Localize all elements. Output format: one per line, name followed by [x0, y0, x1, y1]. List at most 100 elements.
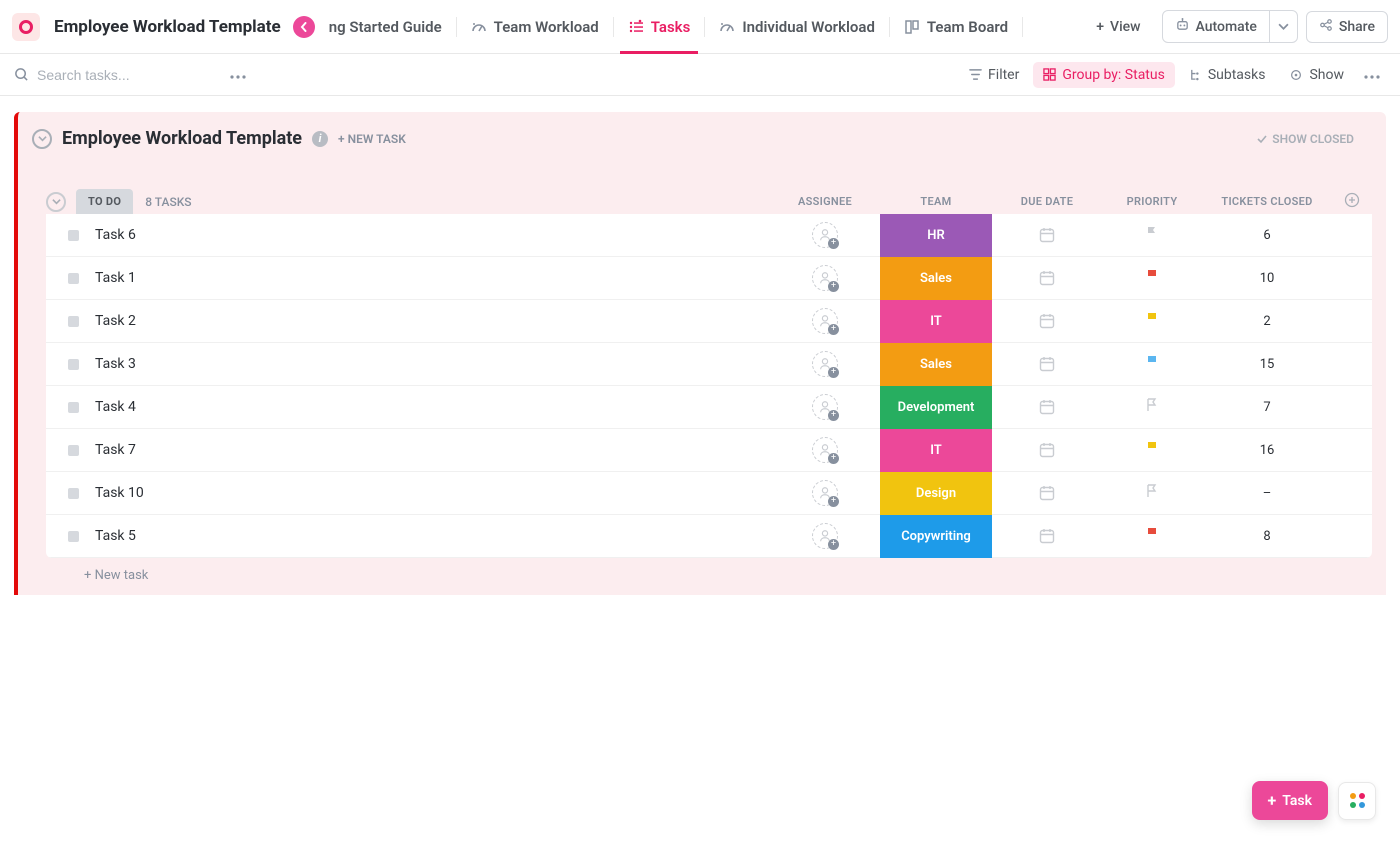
apps-fab[interactable]	[1338, 782, 1376, 820]
tab-team-board[interactable]: Team Board	[890, 0, 1022, 53]
tickets-closed-cell[interactable]: 6	[1202, 228, 1332, 243]
team-cell[interactable]: Development	[880, 386, 992, 429]
task-name[interactable]: Task 5	[95, 528, 770, 544]
column-team[interactable]: TEAM	[880, 195, 992, 208]
team-cell[interactable]: Sales	[880, 257, 992, 300]
assignee-cell[interactable]: +	[770, 480, 880, 506]
task-name[interactable]: Task 6	[95, 227, 770, 243]
task-row[interactable]: Task 3 + Sales 15	[46, 343, 1372, 386]
workspace-logo[interactable]	[12, 13, 40, 41]
task-name[interactable]: Task 2	[95, 313, 770, 329]
assign-user-button[interactable]: +	[812, 308, 838, 334]
group-by-button[interactable]: Group by: Status	[1033, 62, 1174, 88]
due-date-cell[interactable]	[992, 355, 1102, 373]
due-date-cell[interactable]	[992, 484, 1102, 502]
status-square[interactable]	[68, 230, 79, 241]
tab-started-guide[interactable]: ng Started Guide	[325, 0, 456, 53]
due-date-cell[interactable]	[992, 441, 1102, 459]
status-square[interactable]	[68, 359, 79, 370]
add-view-button[interactable]: + View	[1083, 12, 1153, 42]
due-date-cell[interactable]	[992, 269, 1102, 287]
show-closed-button[interactable]: SHOW CLOSED	[1256, 132, 1354, 146]
more-options-button[interactable]	[224, 63, 252, 87]
collapse-group-button[interactable]	[46, 192, 66, 212]
status-square[interactable]	[68, 531, 79, 542]
team-cell[interactable]: IT	[880, 429, 992, 472]
assignee-cell[interactable]: +	[770, 523, 880, 549]
assignee-cell[interactable]: +	[770, 222, 880, 248]
nav-prev-button[interactable]	[293, 16, 315, 38]
team-cell[interactable]: Sales	[880, 343, 992, 386]
search-field[interactable]	[14, 67, 214, 83]
team-cell[interactable]: IT	[880, 300, 992, 343]
share-button[interactable]: Share	[1306, 11, 1388, 43]
filter-button[interactable]: Filter	[959, 62, 1029, 88]
assignee-cell[interactable]: +	[770, 265, 880, 291]
task-row[interactable]: Task 4 + Development 7	[46, 386, 1372, 429]
column-due-date[interactable]: DUE DATE	[992, 195, 1102, 208]
task-row[interactable]: Task 1 + Sales 10	[46, 257, 1372, 300]
task-name[interactable]: Task 10	[95, 485, 770, 501]
tab-team-workload[interactable]: Team Workload	[457, 0, 613, 53]
priority-cell[interactable]	[1102, 311, 1202, 331]
priority-cell[interactable]	[1102, 268, 1202, 288]
new-task-fab[interactable]: + Task	[1252, 781, 1328, 820]
column-tickets-closed[interactable]: TICKETS CLOSED	[1202, 195, 1332, 208]
toolbar-more-button[interactable]	[1358, 63, 1386, 87]
priority-cell[interactable]	[1102, 440, 1202, 460]
assignee-cell[interactable]: +	[770, 437, 880, 463]
status-pill[interactable]: TO DO	[76, 189, 133, 214]
tab-tasks[interactable]: Tasks	[614, 0, 705, 53]
task-row[interactable]: Task 2 + IT 2	[46, 300, 1372, 343]
tickets-closed-cell[interactable]: 15	[1202, 357, 1332, 372]
priority-cell[interactable]	[1102, 526, 1202, 546]
column-priority[interactable]: PRIORITY	[1102, 195, 1202, 208]
collapse-list-button[interactable]	[32, 129, 52, 149]
priority-cell[interactable]	[1102, 225, 1202, 245]
tab-individual-workload[interactable]: Individual Workload	[705, 0, 889, 53]
assign-user-button[interactable]: +	[812, 437, 838, 463]
tickets-closed-cell[interactable]: 7	[1202, 400, 1332, 415]
assign-user-button[interactable]: +	[812, 480, 838, 506]
status-square[interactable]	[68, 445, 79, 456]
assign-user-button[interactable]: +	[812, 351, 838, 377]
team-cell[interactable]: HR	[880, 214, 992, 257]
due-date-cell[interactable]	[992, 312, 1102, 330]
tickets-closed-cell[interactable]: 2	[1202, 314, 1332, 329]
show-button[interactable]: Show	[1279, 62, 1354, 88]
task-row[interactable]: Task 5 + Copywriting 8	[46, 515, 1372, 558]
status-square[interactable]	[68, 316, 79, 327]
tickets-closed-cell[interactable]: 16	[1202, 443, 1332, 458]
tickets-closed-cell[interactable]: 8	[1202, 529, 1332, 544]
tickets-closed-cell[interactable]: 10	[1202, 271, 1332, 286]
task-row[interactable]: Task 7 + IT 16	[46, 429, 1372, 472]
automate-button[interactable]: Automate	[1163, 11, 1269, 42]
assign-user-button[interactable]: +	[812, 394, 838, 420]
assignee-cell[interactable]: +	[770, 351, 880, 377]
assign-user-button[interactable]: +	[812, 222, 838, 248]
priority-cell[interactable]	[1102, 483, 1202, 503]
task-name[interactable]: Task 4	[95, 399, 770, 415]
due-date-cell[interactable]	[992, 398, 1102, 416]
task-name[interactable]: Task 1	[95, 270, 770, 286]
due-date-cell[interactable]	[992, 527, 1102, 545]
team-cell[interactable]: Copywriting	[880, 515, 992, 558]
priority-cell[interactable]	[1102, 397, 1202, 417]
status-square[interactable]	[68, 402, 79, 413]
automate-dropdown-button[interactable]	[1269, 11, 1297, 42]
status-square[interactable]	[68, 488, 79, 499]
task-row[interactable]: Task 10+Design–	[46, 472, 1372, 515]
new-task-link[interactable]: + NEW TASK	[338, 132, 406, 146]
due-date-cell[interactable]	[992, 226, 1102, 244]
assign-user-button[interactable]: +	[812, 265, 838, 291]
assign-user-button[interactable]: +	[812, 523, 838, 549]
subtasks-button[interactable]: Subtasks	[1179, 62, 1276, 88]
info-icon[interactable]: i	[312, 131, 328, 147]
status-square[interactable]	[68, 273, 79, 284]
task-name[interactable]: Task 7	[95, 442, 770, 458]
task-name[interactable]: Task 3	[95, 356, 770, 372]
assignee-cell[interactable]: +	[770, 308, 880, 334]
assignee-cell[interactable]: +	[770, 394, 880, 420]
priority-cell[interactable]	[1102, 354, 1202, 374]
search-input[interactable]	[37, 67, 197, 83]
